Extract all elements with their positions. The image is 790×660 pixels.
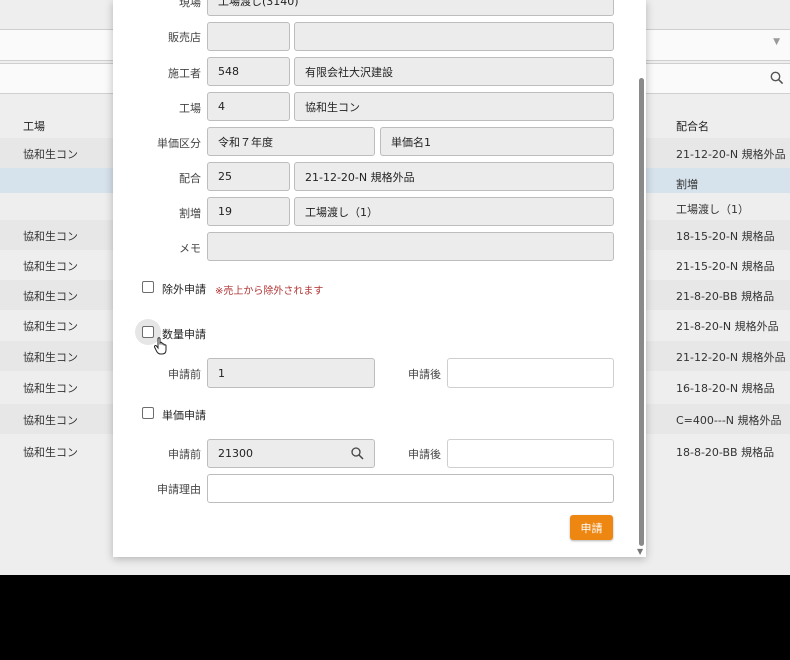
scrollbar-thumb[interactable] xyxy=(639,78,644,546)
quantity-before-label: 申請前 xyxy=(168,368,201,381)
exclusion-checkbox[interactable] xyxy=(142,281,154,293)
cell-mix: 21-12-20-N 規格外品 xyxy=(676,148,786,161)
cell-mix: 21-8-20-N 規格外品 xyxy=(676,320,779,333)
memo-label: メモ xyxy=(179,242,201,255)
cell-mix: 18-15-20-N 規格品 xyxy=(676,230,775,243)
cell-factory: 協和生コン xyxy=(23,414,78,427)
quantity-label[interactable]: 数量申請 xyxy=(162,326,206,342)
cell-mix: C=400---N 規格外品 xyxy=(676,414,782,427)
quantity-before-field[interactable]: 1 xyxy=(207,358,375,388)
cell-mix: 割増 xyxy=(676,178,698,191)
mix-label: 配合 xyxy=(179,172,201,185)
quantity-after-label: 申請後 xyxy=(408,368,441,381)
quantity-checkbox[interactable] xyxy=(142,326,154,338)
surcharge-code-field[interactable]: 19 xyxy=(207,197,290,226)
mix-name-field[interactable]: 21-12-20-N 規格外品 xyxy=(294,162,614,191)
factory-label: 工場 xyxy=(179,102,201,115)
unit-price-checkbox[interactable] xyxy=(142,407,154,419)
cell-factory: 協和生コン xyxy=(23,446,78,459)
cell-mix: 21-12-20-N 規格外品 xyxy=(676,351,786,364)
cell-factory: 協和生コン xyxy=(23,320,78,333)
cell-factory: 協和生コン xyxy=(23,260,78,273)
application-dialog: ▼ 現場 工場渡し(3140) 販売店 施工者 548 有限会社大沢建設 工場 … xyxy=(113,0,646,557)
price-class-label: 単価区分 xyxy=(157,137,201,150)
search-icon[interactable] xyxy=(770,70,784,89)
hand-cursor-icon xyxy=(153,337,168,359)
scroll-down-arrow-icon[interactable]: ▼ xyxy=(637,548,643,556)
memo-field[interactable] xyxy=(207,232,614,261)
exclusion-label[interactable]: 除外申請 xyxy=(162,281,206,297)
dealer-code-field[interactable] xyxy=(207,22,290,51)
cell-mix: 21-8-20-BB 規格品 xyxy=(676,290,775,303)
contractor-name-field[interactable]: 有限会社大沢建設 xyxy=(294,57,614,86)
price-class-name-field[interactable]: 単価名1 xyxy=(380,127,614,156)
mix-code-field[interactable]: 25 xyxy=(207,162,290,191)
contractor-label: 施工者 xyxy=(168,67,201,80)
surcharge-name-field[interactable]: 工場渡し（1） xyxy=(294,197,614,226)
quantity-after-field[interactable] xyxy=(447,358,614,388)
cell-mix: 21-15-20-N 規格品 xyxy=(676,260,775,273)
cell-mix: 18-8-20-BB 規格品 xyxy=(676,446,775,459)
unit-price-before-value: 21300 xyxy=(218,447,253,460)
reason-label: 申請理由 xyxy=(157,483,201,496)
app-background: ▼ 工場 配合名 協和生コン 21-12-20-N 規格外品 割増 工場渡し（1… xyxy=(0,0,790,575)
factory-name-field[interactable]: 協和生コン xyxy=(294,92,614,121)
cell-factory: 協和生コン xyxy=(23,382,78,395)
surcharge-label: 割増 xyxy=(179,207,201,220)
chevron-down-icon[interactable]: ▼ xyxy=(773,37,780,47)
site-field[interactable]: 工場渡し(3140) xyxy=(207,0,614,16)
unit-price-before-field[interactable]: 21300 xyxy=(207,439,375,468)
cell-factory: 協和生コン xyxy=(23,290,78,303)
cell-mix: 16-18-20-N 規格品 xyxy=(676,382,775,395)
cell-mix: 工場渡し（1） xyxy=(676,203,749,216)
unit-price-before-label: 申請前 xyxy=(168,448,201,461)
submit-button[interactable]: 申請 xyxy=(570,515,613,540)
dealer-label: 販売店 xyxy=(168,31,201,44)
dialog-scrollbar[interactable]: ▼ xyxy=(636,0,646,557)
reason-field[interactable] xyxy=(207,474,614,503)
price-class-year-field[interactable]: 令和７年度 xyxy=(207,127,375,156)
cell-factory: 協和生コン xyxy=(23,351,78,364)
exclusion-note: ※売上から除外されます xyxy=(215,286,324,297)
column-header-mix-name[interactable]: 配合名 xyxy=(676,118,709,134)
unit-price-label[interactable]: 単価申請 xyxy=(162,407,206,423)
column-header-factory[interactable]: 工場 xyxy=(23,118,45,134)
search-icon[interactable] xyxy=(351,447,364,463)
factory-code-field[interactable]: 4 xyxy=(207,92,290,121)
cell-factory: 協和生コン xyxy=(23,148,78,161)
cell-factory: 協和生コン xyxy=(23,230,78,243)
dealer-name-field[interactable] xyxy=(294,22,614,51)
site-label: 現場 xyxy=(179,0,201,9)
unit-price-after-label: 申請後 xyxy=(408,448,441,461)
unit-price-after-field[interactable] xyxy=(447,439,614,468)
contractor-code-field[interactable]: 548 xyxy=(207,57,290,86)
